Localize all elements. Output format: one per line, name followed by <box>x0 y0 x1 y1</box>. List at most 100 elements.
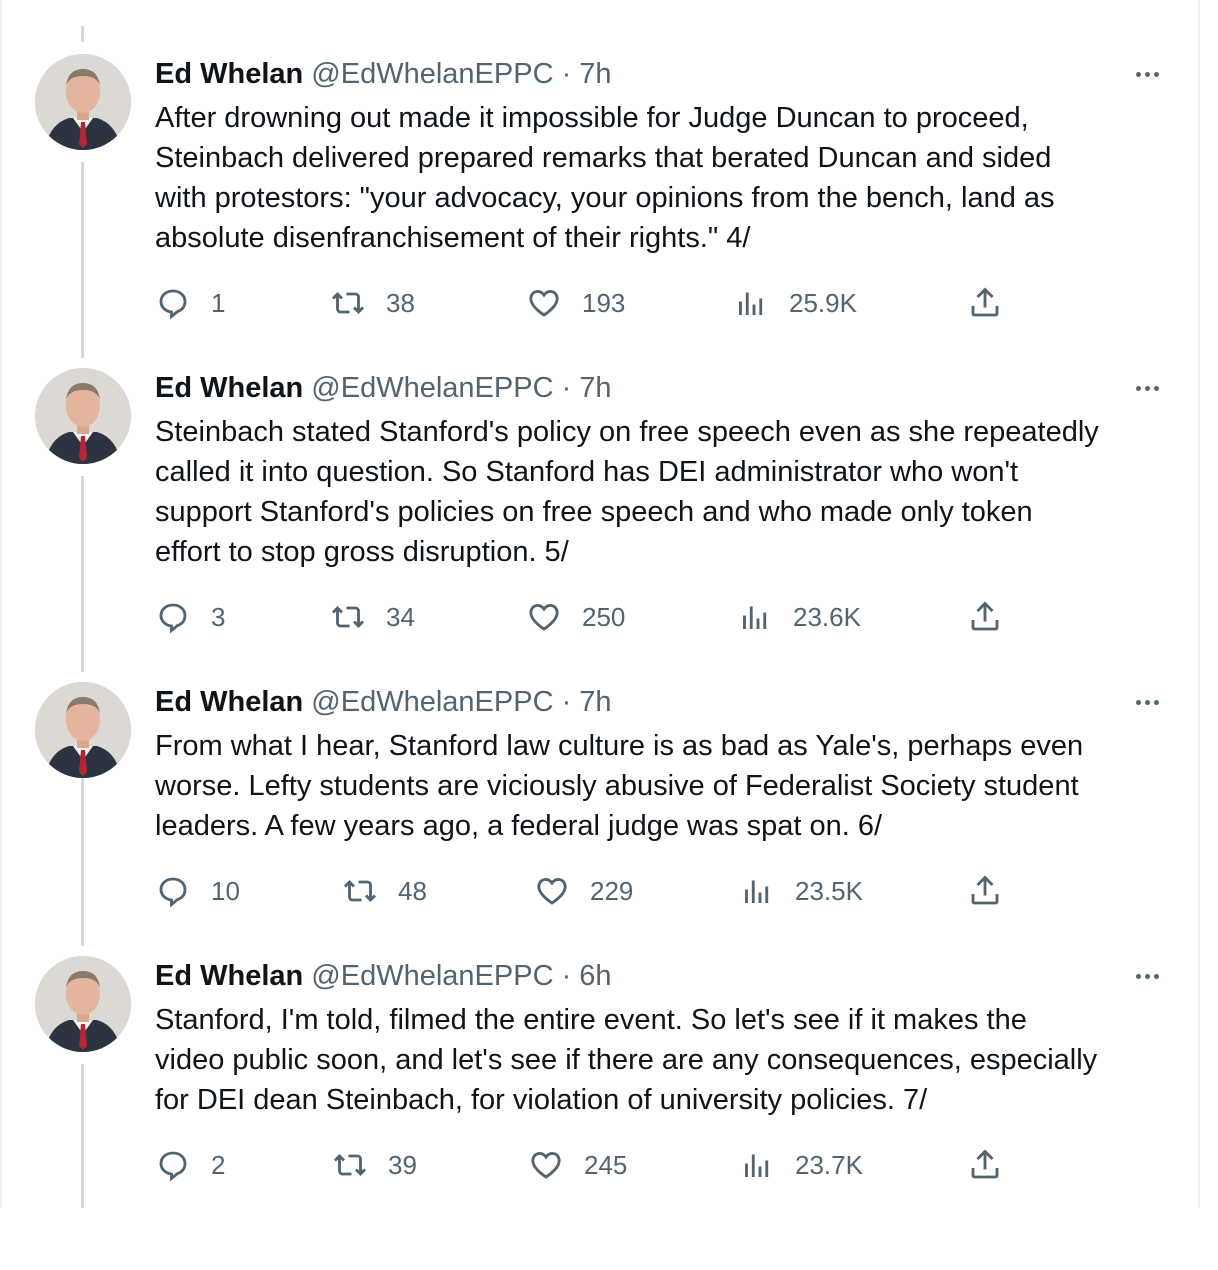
share-button[interactable] <box>967 871 1023 911</box>
tweet-header: Ed Whelan @EdWhelanEPPC · 6h <box>155 956 612 996</box>
share-icon <box>971 875 999 905</box>
timestamp[interactable]: 7h <box>579 372 611 404</box>
author-name[interactable]: Ed Whelan <box>155 372 303 404</box>
timestamp[interactable]: 7h <box>579 58 611 90</box>
tweet[interactable]: Ed Whelan @EdWhelanEPPC · 6h Stanford, I… <box>0 956 1218 1270</box>
tweet-text-line: Steinbach delivered prepared remarks tha… <box>155 142 1052 174</box>
reply-icon <box>159 289 187 320</box>
avatar[interactable] <box>35 368 131 464</box>
retweet-count: 39 <box>388 1149 417 1180</box>
views-icon <box>745 880 769 903</box>
thread-line <box>81 26 84 42</box>
action-bar: 2 39 245 23.7K <box>155 1145 1035 1185</box>
retweet-count: 48 <box>398 875 427 906</box>
tweet-text-line: for DEI dean Steinbach, for violation of… <box>155 1084 928 1116</box>
like-count: 193 <box>582 287 626 318</box>
tweet-text-line: leaders. A few years ago, a federal judg… <box>155 810 883 842</box>
more-icon[interactable] <box>1130 54 1164 94</box>
tweet-text: From what I hear, Stanford law culture i… <box>155 726 1175 846</box>
tweet-text: Stanford, I'm told, filmed the entire ev… <box>155 1000 1175 1120</box>
separator: · <box>553 372 580 404</box>
avatar[interactable] <box>35 54 131 150</box>
tweet-header: Ed Whelan @EdWhelanEPPC · 7h <box>155 368 612 408</box>
views-count: 23.6K <box>793 601 861 632</box>
separator: · <box>553 960 580 992</box>
share-button[interactable] <box>967 1145 1023 1185</box>
tweet-text-line: worse. Lefty students are viciously abus… <box>155 770 1079 802</box>
retweet-icon <box>331 291 365 315</box>
more-icon[interactable] <box>1130 956 1164 996</box>
like-count: 229 <box>590 875 634 906</box>
tweet-text-line: video public soon, and let's see if ther… <box>155 1044 1098 1076</box>
retweet-button[interactable]: 34 <box>330 597 415 637</box>
author-handle[interactable]: @EdWhelanEPPC <box>311 372 553 404</box>
action-bar: 3 34 250 23.6K <box>155 597 1035 637</box>
tweet-text-line: support Stanford's policies on free spee… <box>155 496 1033 528</box>
reply-icon <box>159 1151 187 1182</box>
share-icon <box>971 287 999 317</box>
views-button[interactable]: 25.9K <box>733 283 857 323</box>
tweet-text-line: Steinbach stated Stanford's policy on fr… <box>155 416 1099 448</box>
reply-button[interactable]: 10 <box>155 871 240 911</box>
views-button[interactable]: 23.5K <box>739 871 863 911</box>
like-count: 245 <box>584 1149 628 1180</box>
tweet-text: Steinbach stated Stanford's policy on fr… <box>155 412 1175 572</box>
like-button[interactable]: 229 <box>534 871 633 911</box>
share-button[interactable] <box>967 283 1023 323</box>
tweet-text-line: effort to stop gross disruption. 5/ <box>155 536 569 568</box>
share-button[interactable] <box>967 597 1023 637</box>
tweet-header: Ed Whelan @EdWhelanEPPC · 7h <box>155 682 612 722</box>
author-handle[interactable]: @EdWhelanEPPC <box>311 58 553 90</box>
like-icon <box>537 878 567 905</box>
separator: · <box>553 58 580 90</box>
separator: · <box>553 686 580 718</box>
author-handle[interactable]: @EdWhelanEPPC <box>311 960 553 992</box>
views-icon <box>743 606 767 629</box>
timestamp[interactable]: 7h <box>579 686 611 718</box>
retweet-button[interactable]: 39 <box>332 1145 417 1185</box>
like-icon <box>531 1152 561 1179</box>
retweet-icon <box>331 605 365 629</box>
share-icon <box>971 1149 999 1179</box>
author-name[interactable]: Ed Whelan <box>155 686 303 718</box>
retweet-button[interactable]: 48 <box>342 871 427 911</box>
like-button[interactable]: 245 <box>528 1145 627 1185</box>
tweet[interactable]: Ed Whelan @EdWhelanEPPC · 7h After drown… <box>0 54 1218 368</box>
views-button[interactable]: 23.6K <box>737 597 861 637</box>
reply-count: 10 <box>211 875 240 906</box>
author-handle[interactable]: @EdWhelanEPPC <box>311 686 553 718</box>
like-button[interactable]: 193 <box>526 283 625 323</box>
reply-button[interactable]: 3 <box>155 597 225 637</box>
avatar[interactable] <box>35 682 131 778</box>
tweet[interactable]: Ed Whelan @EdWhelanEPPC · 7h From what I… <box>0 682 1218 996</box>
views-count: 23.7K <box>795 1149 863 1180</box>
like-button[interactable]: 250 <box>526 597 625 637</box>
tweet-text-line: with protestors: "your advocacy, your op… <box>155 182 1055 214</box>
more-icon[interactable] <box>1130 682 1164 722</box>
reply-count: 3 <box>211 601 226 632</box>
like-icon <box>529 604 559 631</box>
tweet-text-line: absolute disenfranchisement of their rig… <box>155 222 751 254</box>
action-bar: 10 48 229 23.5K <box>155 871 1035 911</box>
reply-button[interactable]: 2 <box>155 1145 225 1185</box>
avatar[interactable] <box>35 956 131 1052</box>
reply-count: 2 <box>211 1149 226 1180</box>
reply-count: 1 <box>211 287 226 318</box>
views-count: 25.9K <box>789 287 857 318</box>
more-icon[interactable] <box>1130 368 1164 408</box>
retweet-count: 34 <box>386 601 415 632</box>
reply-icon <box>159 877 187 908</box>
tweet-text: After drowning out made it impossible fo… <box>155 98 1175 258</box>
views-icon <box>739 292 763 315</box>
author-name[interactable]: Ed Whelan <box>155 58 303 90</box>
retweet-icon <box>333 1153 367 1177</box>
retweet-button[interactable]: 38 <box>330 283 415 323</box>
author-name[interactable]: Ed Whelan <box>155 960 303 992</box>
like-icon <box>529 290 559 317</box>
like-count: 250 <box>582 601 626 632</box>
views-button[interactable]: 23.7K <box>739 1145 863 1185</box>
reply-button[interactable]: 1 <box>155 283 225 323</box>
tweet[interactable]: Ed Whelan @EdWhelanEPPC · 7h Steinbach s… <box>0 368 1218 682</box>
views-icon <box>745 1154 769 1177</box>
timestamp[interactable]: 6h <box>579 960 611 992</box>
